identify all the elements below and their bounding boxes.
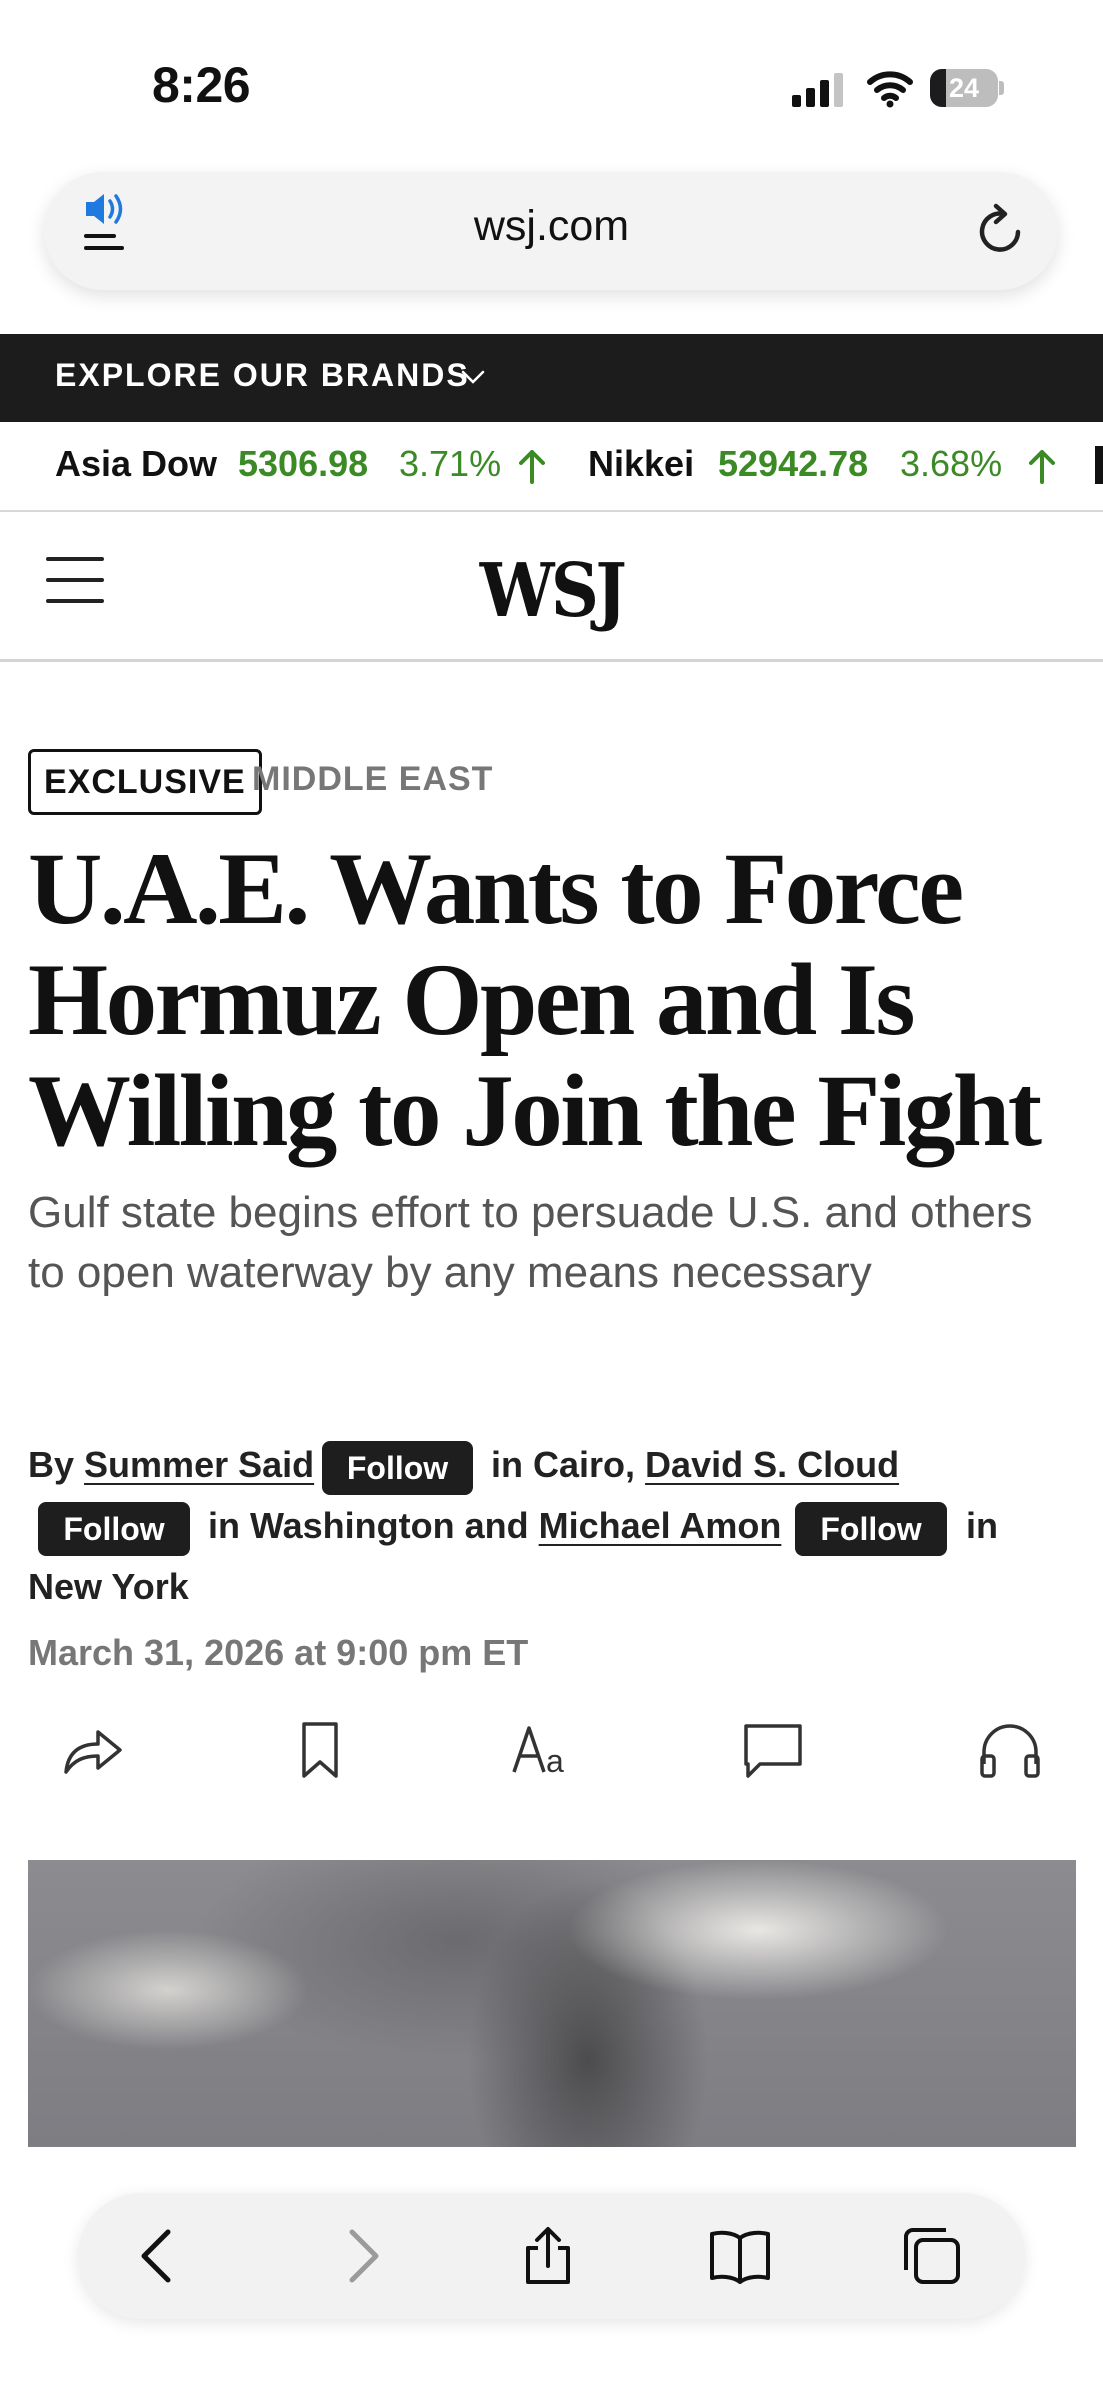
author-location: New York: [28, 1566, 189, 1607]
tabs-icon[interactable]: [902, 2226, 962, 2286]
comment-icon[interactable]: [742, 1720, 806, 1780]
share-sheet-icon[interactable]: [518, 2226, 578, 2286]
byline-line-1: By Summer Said: [28, 1444, 314, 1486]
ticker-name[interactable]: Nikkei: [588, 443, 694, 485]
arrow-up-icon: [1029, 450, 1055, 484]
ticker-value: 5306.98: [238, 443, 369, 484]
author-location: in: [966, 1505, 998, 1546]
exclusive-flag: EXCLUSIVE: [28, 749, 262, 815]
article-dek: Gulf state begins effort to persuade U.S…: [28, 1188, 1033, 1297]
url-text[interactable]: wsj.com: [0, 202, 1103, 251]
share-icon[interactable]: [60, 1720, 124, 1780]
battery-percent: 24: [948, 73, 980, 103]
author-location: in Washington and: [208, 1505, 529, 1546]
follow-button[interactable]: Follow: [795, 1502, 947, 1556]
lead-photo[interactable]: [28, 1860, 1076, 2147]
svg-text:a: a: [546, 1743, 564, 1779]
article-headline: U.A.E. Wants to Force Hormuz Open and Is…: [28, 832, 1042, 1168]
author-location: in Cairo,: [491, 1444, 636, 1485]
battery-indicator: 24: [930, 69, 1004, 107]
ticker-change: 3.68%: [900, 443, 1003, 484]
status-time: 8:26: [152, 57, 251, 113]
publish-date: March 31, 2026 at 9:00 pm ET: [28, 1632, 529, 1673]
ticker-change: 3.71%: [399, 443, 502, 484]
follow-button[interactable]: Follow: [38, 1502, 190, 1556]
forward-icon[interactable]: [330, 2226, 390, 2286]
brands-label[interactable]: EXPLORE OUR BRANDS: [55, 357, 470, 394]
bookmarks-icon[interactable]: [710, 2226, 770, 2286]
bookmark-icon[interactable]: [288, 1720, 352, 1780]
wsj-logo[interactable]: WSJ: [55, 548, 1048, 634]
cellular-signal-icon: [792, 73, 843, 107]
back-icon[interactable]: [130, 2226, 190, 2286]
arrow-up-icon: [519, 450, 545, 484]
author-link[interactable]: David S. Cloud: [645, 1444, 899, 1485]
section-label[interactable]: MIDDLE EAST: [252, 760, 493, 799]
text-size-icon[interactable]: a: [512, 1720, 576, 1780]
ticker-name[interactable]: Asia Dow: [55, 443, 217, 485]
ticker-value: 52942.78: [718, 443, 869, 484]
chevron-down-icon[interactable]: [460, 368, 486, 386]
follow-button[interactable]: Follow: [322, 1441, 473, 1495]
author-link[interactable]: Michael Amon: [539, 1505, 782, 1546]
reload-icon[interactable]: [974, 202, 1026, 258]
author-link[interactable]: Summer Said: [84, 1444, 314, 1485]
ticker-overflow: [1095, 446, 1103, 484]
wifi-icon: [867, 71, 913, 108]
headphones-icon[interactable]: [978, 1720, 1042, 1780]
byline-by: By: [28, 1444, 75, 1485]
